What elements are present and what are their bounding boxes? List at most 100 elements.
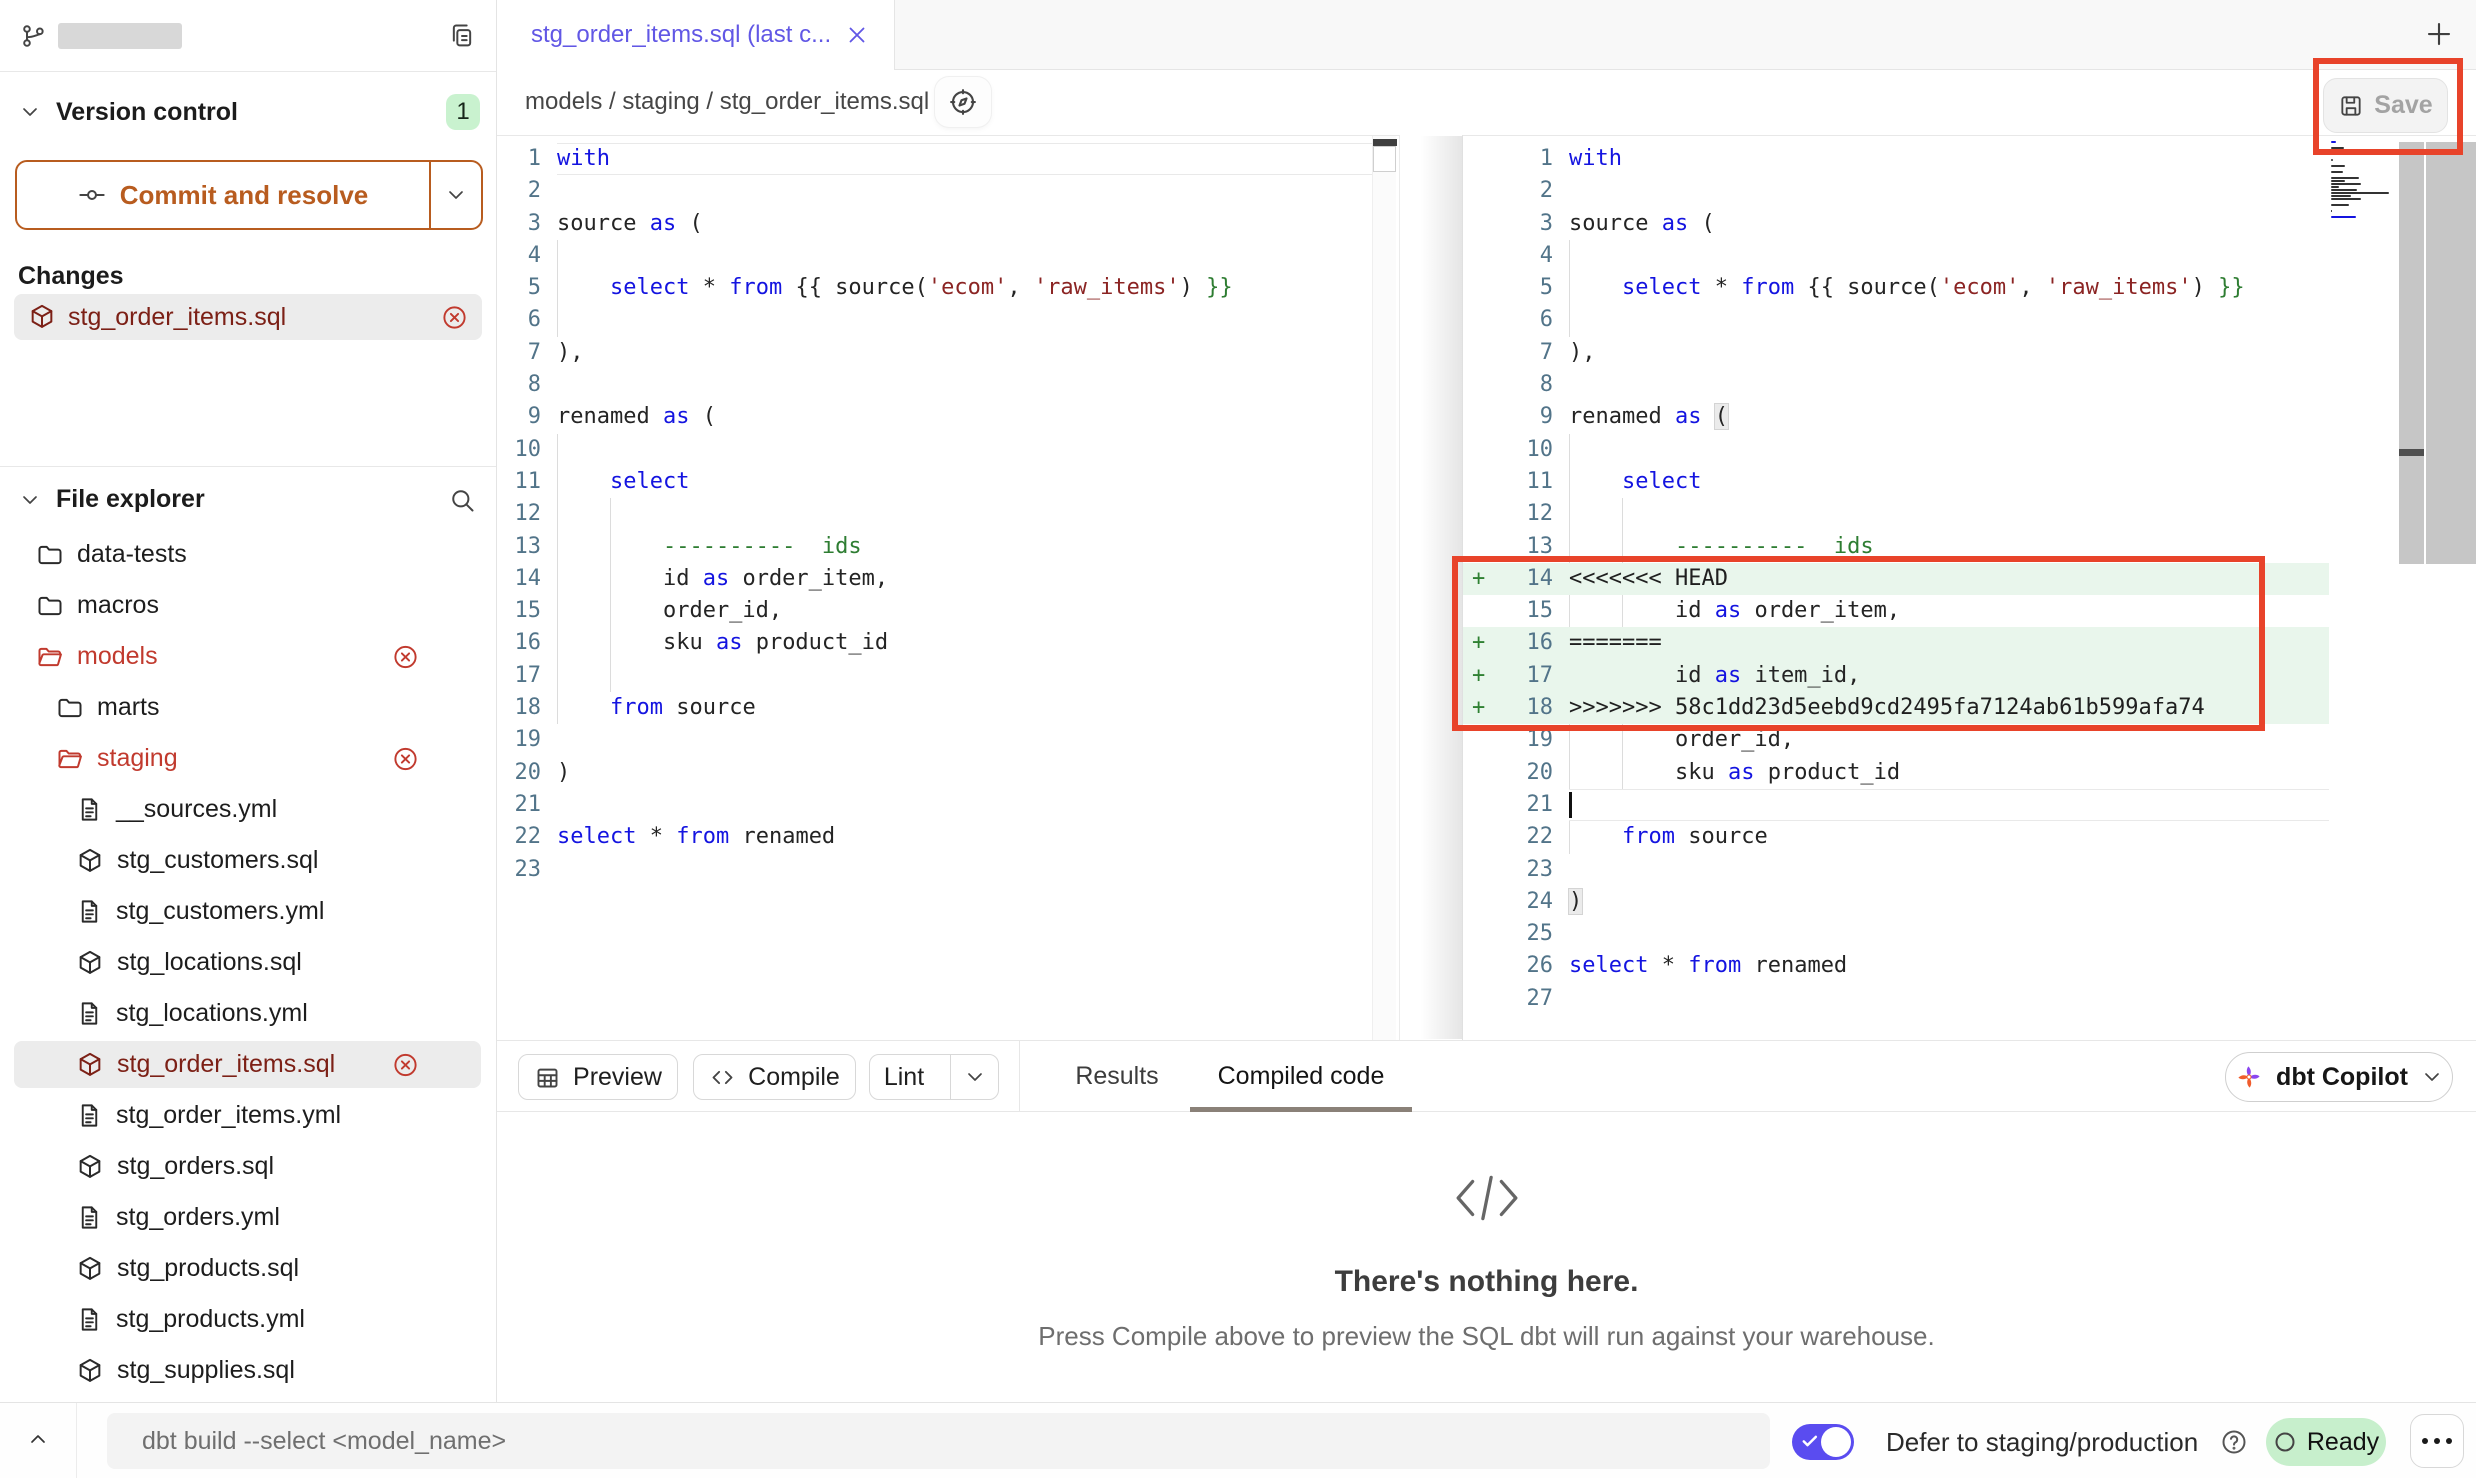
file-tree-item-stg_customers.yml[interactable]: stg_customers.yml (0, 886, 496, 937)
file-tree-item-stg_products.yml[interactable]: stg_products.yml (0, 1294, 496, 1345)
chevron-down-icon[interactable] (18, 100, 42, 124)
code-line-12: 12 (1463, 498, 2329, 530)
line-number: 5 (497, 272, 541, 304)
line-number: 11 (1493, 466, 1553, 498)
file-tree-item-stg_order_items.sql[interactable]: stg_order_items.sql (0, 1039, 496, 1090)
defer-toggle[interactable] (1792, 1424, 1854, 1460)
file-tree-item-models[interactable]: models (0, 631, 496, 682)
tab-compiled-code[interactable]: Compiled code (1190, 1041, 1412, 1112)
chevron-down-icon[interactable] (18, 488, 42, 512)
line-number: 20 (497, 757, 541, 789)
file-name: stg_order_items.sql (117, 1050, 335, 1079)
code-line-27: 27 (1463, 983, 2329, 1015)
save-button[interactable]: Save (2323, 78, 2448, 133)
code-line-22: 22 from source (1463, 821, 2329, 853)
file-tree-item-marts[interactable]: marts (0, 682, 496, 733)
editor-left-scrollbar[interactable] (1372, 136, 1396, 1040)
diff-added-marker (1463, 337, 1493, 369)
tab-label: stg_order_items.sql (last c... (531, 21, 830, 49)
code-line-14: 14 id as order_item, (497, 563, 1372, 595)
line-number: 22 (1493, 821, 1553, 853)
file-name: stg_products.sql (117, 1254, 299, 1283)
model-icon (76, 1051, 104, 1079)
discard-icon[interactable] (392, 745, 419, 772)
line-number: 21 (1493, 789, 1553, 821)
file-tree-item-staging[interactable]: staging (0, 733, 496, 784)
file-tree-item-macros[interactable]: macros (0, 580, 496, 631)
copilot-spark-icon (2234, 1062, 2264, 1092)
code-line-14: +14<<<<<<< HEAD (1463, 563, 2329, 595)
line-number: 14 (1493, 563, 1553, 595)
line-number: 6 (1493, 304, 1553, 336)
code-line-15: 15 order_id, (497, 595, 1372, 627)
line-number: 3 (1493, 208, 1553, 240)
discard-icon[interactable] (441, 304, 468, 331)
editor-working[interactable]: 1with23source as (45 select * from {{ so… (1462, 135, 2476, 1040)
line-number: 13 (497, 531, 541, 563)
diff-added-marker (1463, 821, 1493, 853)
file-tree-item-stg_supplies.sql[interactable]: stg_supplies.sql (0, 1345, 496, 1396)
git-branch-icon[interactable] (20, 22, 48, 50)
command-input[interactable] (107, 1413, 1770, 1469)
window-scrollbar[interactable] (2426, 142, 2476, 564)
file-tree-item-stg_customers.sql[interactable]: stg_customers.sql (0, 835, 496, 886)
dbt-copilot-button[interactable]: dbt Copilot (2225, 1052, 2453, 1102)
tab-results[interactable]: Results (1057, 1041, 1177, 1112)
file-tree-item-__sources.yml[interactable]: __sources.yml (0, 784, 496, 835)
main-area: stg_order_items.sql (last c... models / … (497, 0, 2476, 1402)
discard-icon[interactable] (392, 1051, 419, 1078)
commit-and-resolve-button[interactable]: Commit and resolve (15, 160, 483, 230)
file-name: stg_supplies.sql (117, 1356, 295, 1385)
file-tree-item-data-tests[interactable]: data-tests (0, 529, 496, 580)
file-tree-item-stg_order_items.yml[interactable]: stg_order_items.yml (0, 1090, 496, 1141)
code-line-24: 24) (1463, 886, 2329, 918)
more-options-button[interactable] (2410, 1414, 2464, 1468)
empty-state-subtitle: Press Compile above to preview the SQL d… (497, 1321, 2476, 1352)
line-number: 20 (1493, 757, 1553, 789)
line-number: 8 (497, 369, 541, 401)
code-line-8: 8 (497, 369, 1372, 401)
search-icon[interactable] (448, 486, 476, 514)
file-tree-item-stg_orders.yml[interactable]: stg_orders.yml (0, 1192, 496, 1243)
code-line-18: 18 from source (497, 692, 1372, 724)
status-bar: Defer to staging/production Ready (0, 1402, 2476, 1478)
editor-original[interactable]: 1with23source as (45 select * from {{ so… (497, 135, 1400, 1040)
tab-stg-order-items[interactable]: stg_order_items.sql (last c... (497, 0, 895, 70)
lint-button[interactable]: Lint (869, 1054, 999, 1100)
line-number: 9 (497, 401, 541, 433)
lineage-compass-button[interactable] (935, 77, 991, 127)
file-tree-item-stg_orders.sql[interactable]: stg_orders.sql (0, 1141, 496, 1192)
discard-icon[interactable] (392, 643, 419, 670)
help-icon[interactable] (2220, 1428, 2248, 1456)
preview-button[interactable]: Preview (518, 1054, 678, 1100)
commit-options-caret[interactable] (429, 162, 481, 228)
line-number: 7 (1493, 337, 1553, 369)
diff-added-marker (1463, 466, 1493, 498)
line-number: 15 (1493, 595, 1553, 627)
lint-label: Lint (870, 1063, 938, 1092)
changed-file-row[interactable]: stg_order_items.sql (14, 294, 482, 340)
close-icon[interactable] (844, 22, 870, 48)
copy-icon[interactable] (448, 22, 476, 50)
editor-right-scrollbar[interactable] (2399, 142, 2424, 564)
line-number: 16 (497, 627, 541, 659)
file-tree-item-stg_products.sql[interactable]: stg_products.sql (0, 1243, 496, 1294)
diff-added-marker (1463, 208, 1493, 240)
file-tree-item-stg_locations.sql[interactable]: stg_locations.sql (0, 937, 496, 988)
code-line-7: 7), (1463, 337, 2329, 369)
new-tab-plus-icon[interactable] (2424, 19, 2454, 49)
breadcrumb-bar: models / staging / stg_order_items.sql (497, 70, 2476, 135)
chevron-up-icon[interactable] (26, 1427, 50, 1451)
doc-icon (76, 1306, 103, 1333)
floppy-save-icon (2338, 93, 2364, 119)
minimap[interactable] (2331, 141, 2395, 211)
diff-added-marker: + (1463, 627, 1493, 659)
compile-button[interactable]: Compile (693, 1054, 856, 1100)
diff-added-marker (1463, 886, 1493, 918)
code-line-15: 15 id as order_item, (1463, 595, 2329, 627)
file-tree-item-stg_locations.yml[interactable]: stg_locations.yml (0, 988, 496, 1039)
code-line-1: 1with (1463, 143, 2329, 175)
model-icon (76, 1255, 104, 1283)
code-line-19: 19 (497, 724, 1372, 756)
lint-options-caret[interactable] (950, 1055, 998, 1099)
